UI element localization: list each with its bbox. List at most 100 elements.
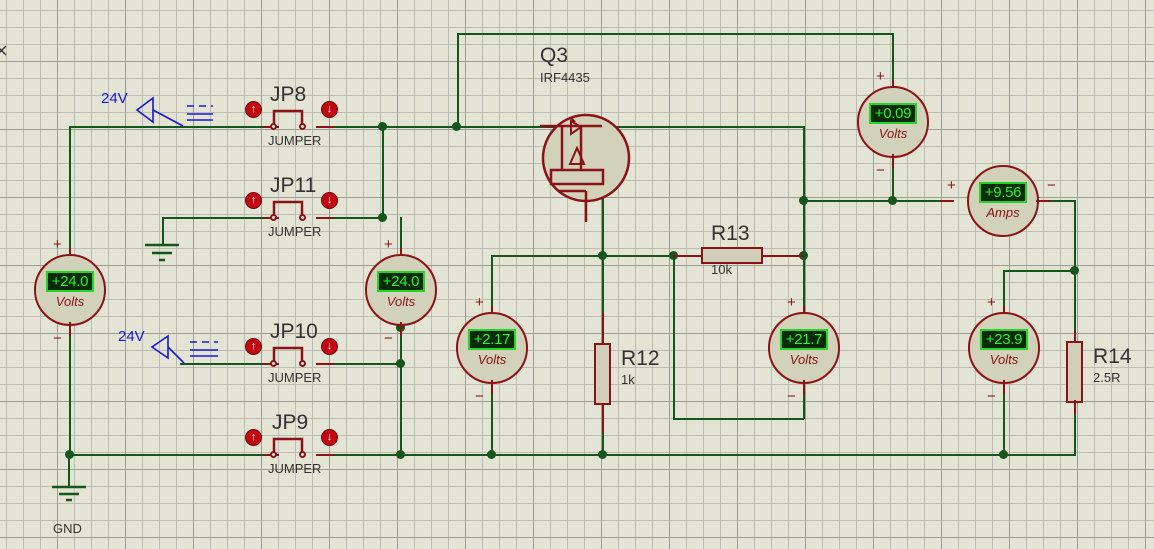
jp8-bridge[interactable]	[272, 108, 320, 130]
wire-loadvm-minus	[1003, 390, 1005, 456]
wire-jp10-to-midvm	[330, 363, 402, 365]
probe-label-bottom: 24V	[118, 328, 145, 345]
vm3-display: +2.17	[467, 329, 517, 350]
vm6-display: +23.9	[979, 329, 1029, 350]
jp8-ref: JP8	[270, 83, 307, 106]
r14-value: 2.5R	[1093, 370, 1121, 385]
wire-node-383-vertical	[382, 126, 384, 219]
gate-voltmeter[interactable]: +2.17 Volts	[456, 312, 528, 384]
jp10-down-button[interactable]: ↓	[321, 338, 338, 355]
am-lead-right	[1036, 200, 1050, 202]
vm5-plus: +	[787, 294, 796, 311]
vm6-lead-bottom	[1003, 380, 1005, 394]
schematic-canvas[interactable]: GND 24V 24V JP8 ↑ ↓ JUMPER JP11 ↑ ↓ JUMP…	[0, 0, 1154, 549]
vm6-unit: Volts	[989, 352, 1019, 367]
jp9-bridge[interactable]	[272, 436, 320, 458]
wire-r13left-return	[673, 418, 804, 420]
wire-mosfet-drain-right	[602, 126, 804, 128]
jp11-pin1[interactable]	[270, 214, 277, 221]
jp8-down-button[interactable]: ↓	[321, 101, 338, 118]
wire-top-right-drop	[892, 33, 894, 86]
jp9-type: JUMPER	[268, 461, 322, 476]
r12-lead-bottom	[602, 403, 604, 433]
wire-gate-sense-h	[491, 255, 603, 257]
resistor-r12[interactable]	[594, 343, 611, 405]
junction-dot	[396, 359, 405, 368]
junction-dot	[799, 196, 808, 205]
wire-bottom-rail	[330, 454, 1076, 456]
junction-dot	[999, 450, 1008, 459]
jp10-pin1[interactable]	[270, 360, 277, 367]
vm4-minus: −	[876, 162, 885, 179]
wire-top-gate-sense	[457, 33, 894, 35]
ground-symbol	[52, 455, 86, 502]
vm1-minus: −	[53, 330, 62, 347]
jp10-bridge[interactable]	[272, 345, 320, 367]
junction-dot	[396, 450, 405, 459]
jp11-down-button[interactable]: ↓	[321, 192, 338, 209]
wire-left-rail-down	[69, 126, 71, 256]
wire-r14-top	[1074, 270, 1076, 338]
am-minus: −	[1047, 177, 1056, 194]
wire-gnd2-stub	[162, 217, 164, 245]
r14-lead-bottom	[1074, 400, 1076, 414]
wire-jp8-to-mosfet	[330, 126, 559, 128]
junction-dot	[378, 122, 387, 131]
vm5-minus: −	[787, 388, 796, 405]
wire-jp11-to-node	[330, 217, 385, 219]
probe-icon-bottom[interactable]	[150, 334, 230, 368]
wire-loadvm-top-h	[1003, 270, 1076, 272]
jp9-pin1[interactable]	[270, 451, 277, 458]
mosfet-symbol[interactable]	[540, 112, 632, 222]
jp8-pin2[interactable]	[299, 123, 306, 130]
vm2-minus: −	[384, 330, 393, 347]
q3-part: IRF4435	[540, 70, 590, 85]
wire-gatevm-plus	[491, 255, 493, 313]
wire-r13left-down	[673, 255, 675, 420]
jp11-up-button[interactable]: ↑	[245, 192, 262, 209]
jp8-pin1[interactable]	[270, 123, 277, 130]
jp11-bridge[interactable]	[272, 199, 320, 221]
junction-dot	[598, 251, 607, 260]
r12-lead-top	[602, 313, 604, 345]
jp10-up-button[interactable]: ↑	[245, 338, 262, 355]
resistor-r14[interactable]	[1066, 341, 1083, 403]
vm3-unit: Volts	[477, 352, 507, 367]
probe-icon-top[interactable]	[135, 96, 215, 132]
am-lead-left	[940, 200, 954, 202]
cursor-marker-icon	[0, 45, 7, 56]
jp10-type: JUMPER	[268, 370, 322, 385]
vm4-display: +0.09	[868, 103, 918, 124]
load-voltmeter[interactable]: +23.9 Volts	[968, 312, 1040, 384]
am-unit: Amps	[986, 205, 1020, 220]
vm4-plus: +	[876, 68, 885, 85]
jp8-type: JUMPER	[268, 133, 322, 148]
r13-lead-left	[673, 255, 703, 257]
jp10-pin2[interactable]	[299, 360, 306, 367]
junction-dot	[487, 450, 496, 459]
r14-ref: R14	[1093, 345, 1132, 368]
vm3-lead-bottom	[491, 380, 493, 394]
supply-voltmeter-mid[interactable]: +24.0 Volts	[365, 254, 437, 326]
supply-voltmeter-left[interactable]: +24.0 Volts	[34, 254, 106, 326]
vm5-display: +21.7	[779, 329, 829, 350]
r13-lead-right	[761, 255, 804, 257]
jp9-up-button[interactable]: ↑	[245, 429, 262, 446]
jp11-ref: JP11	[270, 174, 317, 197]
q3-ref: Q3	[540, 44, 569, 67]
jp9-pin2[interactable]	[299, 451, 306, 458]
vm2-plus: +	[384, 236, 393, 253]
vm4-lead-bottom	[892, 154, 894, 168]
load-ammeter[interactable]: +9.56 Amps	[967, 165, 1039, 237]
jp10-ref: JP10	[270, 320, 318, 343]
jp9-down-button[interactable]: ↓	[321, 429, 338, 446]
jp11-pin2[interactable]	[299, 214, 306, 221]
r12-value: 1k	[621, 372, 635, 387]
vm2-unit: Volts	[386, 294, 416, 309]
r13-voltmeter[interactable]: +21.7 Volts	[768, 312, 840, 384]
vds-voltmeter[interactable]: +0.09 Volts	[857, 86, 929, 158]
vm5-unit: Volts	[789, 352, 819, 367]
jp8-up-button[interactable]: ↑	[245, 101, 262, 118]
vm6-plus: +	[987, 294, 996, 311]
ground-symbol-jp11	[145, 243, 179, 262]
